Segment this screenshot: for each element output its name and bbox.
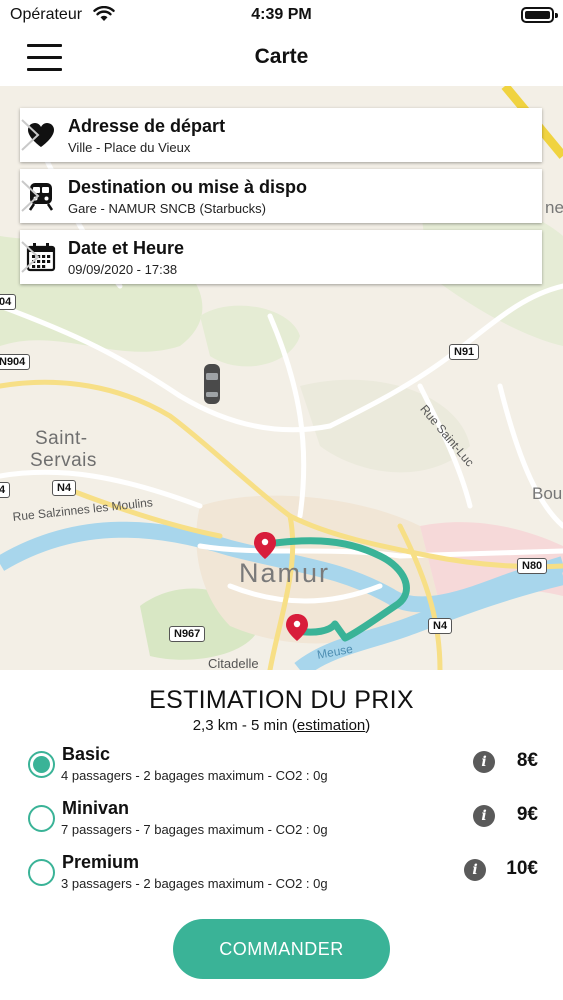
option-name: Premium [62,852,140,872]
option-name: Basic [62,744,111,764]
option-premium[interactable]: Premium 3 passagers - 2 bagages maximum … [26,850,546,896]
radio-premium[interactable] [28,859,55,886]
map-view[interactable]: Saint- Servais Namur Rue Salzinnes les M… [0,86,563,670]
destination-subtitle: Gare - NAMUR SNCB (Starbucks) [68,201,266,216]
option-description: 3 passagers - 2 bagages maximum - CO2 : … [61,876,328,891]
option-price: 10€ [506,858,538,879]
status-bar: Opérateur 4:39 PM [0,0,563,30]
road-badge-n967: N967 [169,626,206,642]
map-label-citadelle: Citadelle [208,656,259,670]
road-badge-n4-west: N4 [52,480,77,496]
road-badge-n4-east: N4 [428,618,453,634]
datetime-card[interactable]: Date et Heure 09/09/2020 - 17:38 [20,230,542,284]
road-badge-n80: N80 [517,558,548,574]
departure-subtitle: Ville - Place du Vieux [68,140,191,155]
radio-minivan[interactable] [28,805,55,832]
map-label-saint-servais-2: Servais [30,450,97,471]
map-label-ne: ne [545,198,563,217]
chevron-right-icon [21,241,40,273]
chevron-right-icon [21,180,40,212]
datetime-subtitle: 09/09/2020 - 17:38 [68,262,178,277]
info-icon[interactable]: i [464,859,486,881]
car-icon [204,364,220,404]
option-description: 7 passagers - 7 bagages maximum - CO2 : … [61,822,328,837]
option-basic[interactable]: Basic 4 passagers - 2 bagages maximum - … [26,742,546,788]
price-estimation-panel: ESTIMATION DU PRIX 2,3 km - 5 min (estim… [0,670,563,1000]
road-badge-n91: N91 [449,344,480,360]
map-label-saint-servais-1: Saint- [35,428,88,449]
road-badge-4: 4 [0,482,11,498]
info-icon[interactable]: i [473,751,495,773]
road-badge-n904: N904 [0,354,31,370]
nav-bar: Carte [0,30,563,86]
option-description: 4 passagers - 2 bagages maximum - CO2 : … [61,768,328,783]
chevron-right-icon [21,119,40,151]
departure-card[interactable]: Adresse de départ Ville - Place du Vieux [20,108,542,162]
option-name: Minivan [62,798,130,818]
info-icon[interactable]: i [473,805,495,827]
distance-duration: 2,3 km - 5 min [192,717,288,734]
estimation-summary: 2,3 km - 5 min (estimation) [192,717,371,734]
battery-icon [521,7,558,23]
road-badge-04: 04 [0,294,17,310]
option-price: 8€ [516,750,538,771]
estimation-title: ESTIMATION DU PRIX [149,686,414,714]
destination-title: Destination ou mise à dispo [68,177,308,197]
option-minivan[interactable]: Minivan 7 passagers - 7 bagages maximum … [26,796,546,842]
destination-card[interactable]: Destination ou mise à dispo Gare - NAMUR… [20,169,542,223]
datetime-title: Date et Heure [68,238,185,258]
estimation-link[interactable]: estimation [297,717,365,734]
map-label-namur: Namur [239,558,331,588]
page-title: Carte [254,45,309,68]
status-time: 4:39 PM [251,6,312,23]
option-price: 9€ [516,804,538,825]
map-label-bou: Bou [532,484,563,503]
radio-basic-selected[interactable] [28,751,55,778]
order-button[interactable]: COMMANDER [173,919,390,979]
departure-title: Adresse de départ [68,116,226,136]
